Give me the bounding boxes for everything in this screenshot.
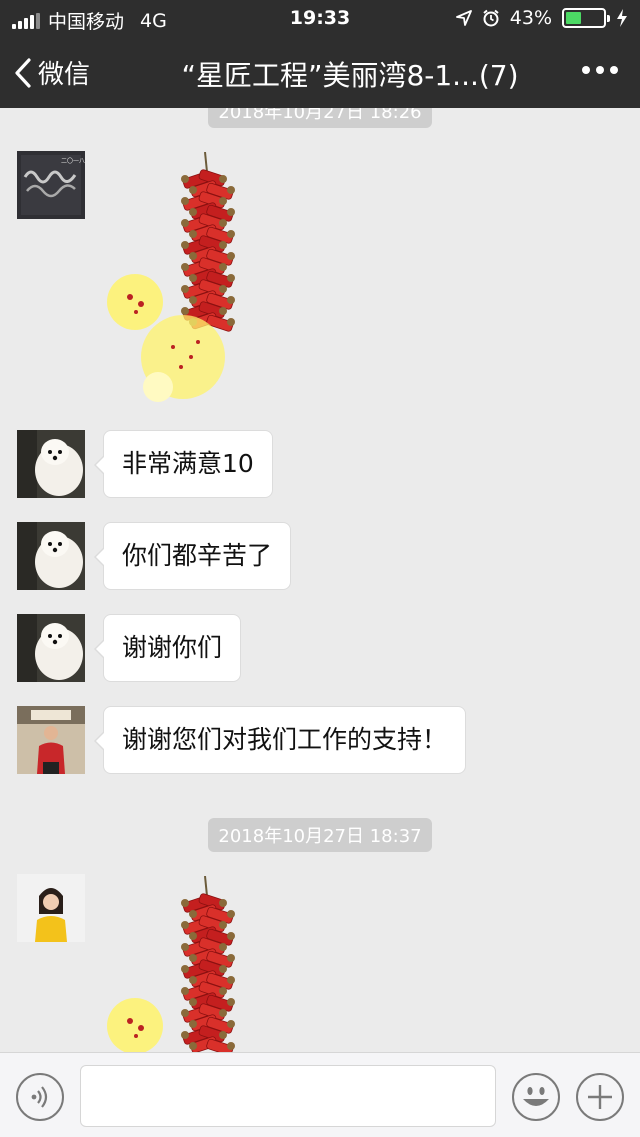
message-bubble[interactable]: 谢谢你们: [93, 614, 242, 682]
more-button[interactable]: [582, 58, 618, 82]
timestamp: 2018年10月27日 18:26: [0, 108, 640, 128]
avatar[interactable]: [17, 430, 85, 498]
chat-title: “星匠工程”美丽湾8-1...(7): [181, 59, 519, 92]
emoji-icon: [523, 1087, 549, 1106]
chat-area[interactable]: 2018年10月27日 18:26 二〇一八 非常满意10 你们都辛苦了 谢谢你…: [0, 108, 640, 1052]
avatar[interactable]: [17, 614, 85, 682]
voice-button[interactable]: [16, 1073, 64, 1121]
back-button[interactable]: 微信: [14, 54, 90, 91]
location-icon: [455, 10, 472, 26]
signal-icon: [12, 12, 40, 29]
network-type: 4G: [140, 9, 167, 32]
message-bubble[interactable]: 非常满意10: [94, 430, 273, 498]
status-left: 中国移动 4G: [12, 7, 167, 34]
carrier-name: 中国移动: [48, 11, 125, 33]
avatar[interactable]: 二〇一八: [17, 151, 85, 219]
more-dots-icon: [582, 66, 590, 74]
plus-button[interactable]: [576, 1073, 624, 1121]
avatar[interactable]: [17, 522, 85, 590]
chevron-left-icon: [15, 57, 31, 88]
status-right: 43%: [455, 7, 628, 29]
message-input[interactable]: [80, 1065, 496, 1127]
firecracker-sticker[interactable]: [103, 151, 243, 406]
emoji-button[interactable]: [512, 1073, 560, 1121]
battery-percent: 43%: [509, 7, 552, 29]
svg-text:二〇一八: 二〇一八: [61, 158, 85, 165]
back-label: 微信: [38, 60, 91, 90]
firecracker-sticker[interactable]: [103, 875, 243, 1052]
avatar[interactable]: [17, 706, 85, 774]
voice-icon: [31, 1086, 48, 1108]
avatar[interactable]: [17, 874, 85, 942]
charging-icon: [617, 9, 627, 27]
input-bar: [0, 1052, 640, 1137]
status-bar: 中国移动 4G 19:33 43%: [0, 0, 640, 36]
battery-icon: [562, 8, 610, 28]
plus-icon: [588, 1085, 612, 1109]
nav-bar: 微信 “星匠工程”美丽湾8-1...(7): [0, 36, 640, 108]
message-bubble[interactable]: 谢谢您们对我们工作的支持！: [93, 706, 467, 774]
message-bubble[interactable]: 你们都辛苦了: [93, 522, 292, 590]
alarm-icon: [483, 9, 499, 27]
timestamp: 2018年10月27日 18:37: [0, 818, 640, 852]
